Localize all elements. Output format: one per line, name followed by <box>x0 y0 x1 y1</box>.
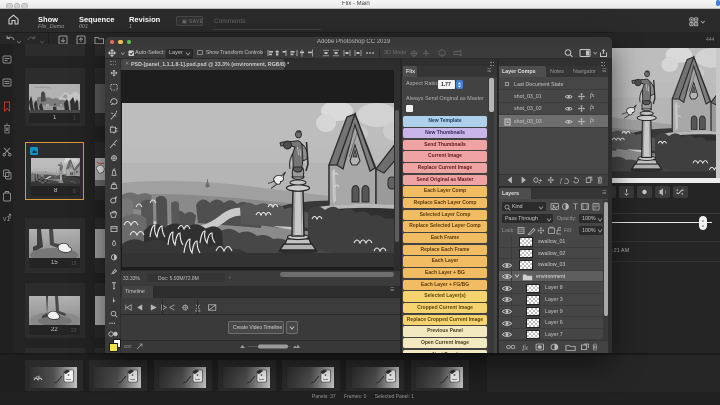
svg-text:T: T <box>573 203 578 212</box>
svg-text:...nt: ...nt <box>33 374 41 379</box>
svg-text:v1: v1 <box>3 216 11 223</box>
svg-text:f: f <box>560 177 563 184</box>
svg-text:fx: fx <box>522 344 529 351</box>
